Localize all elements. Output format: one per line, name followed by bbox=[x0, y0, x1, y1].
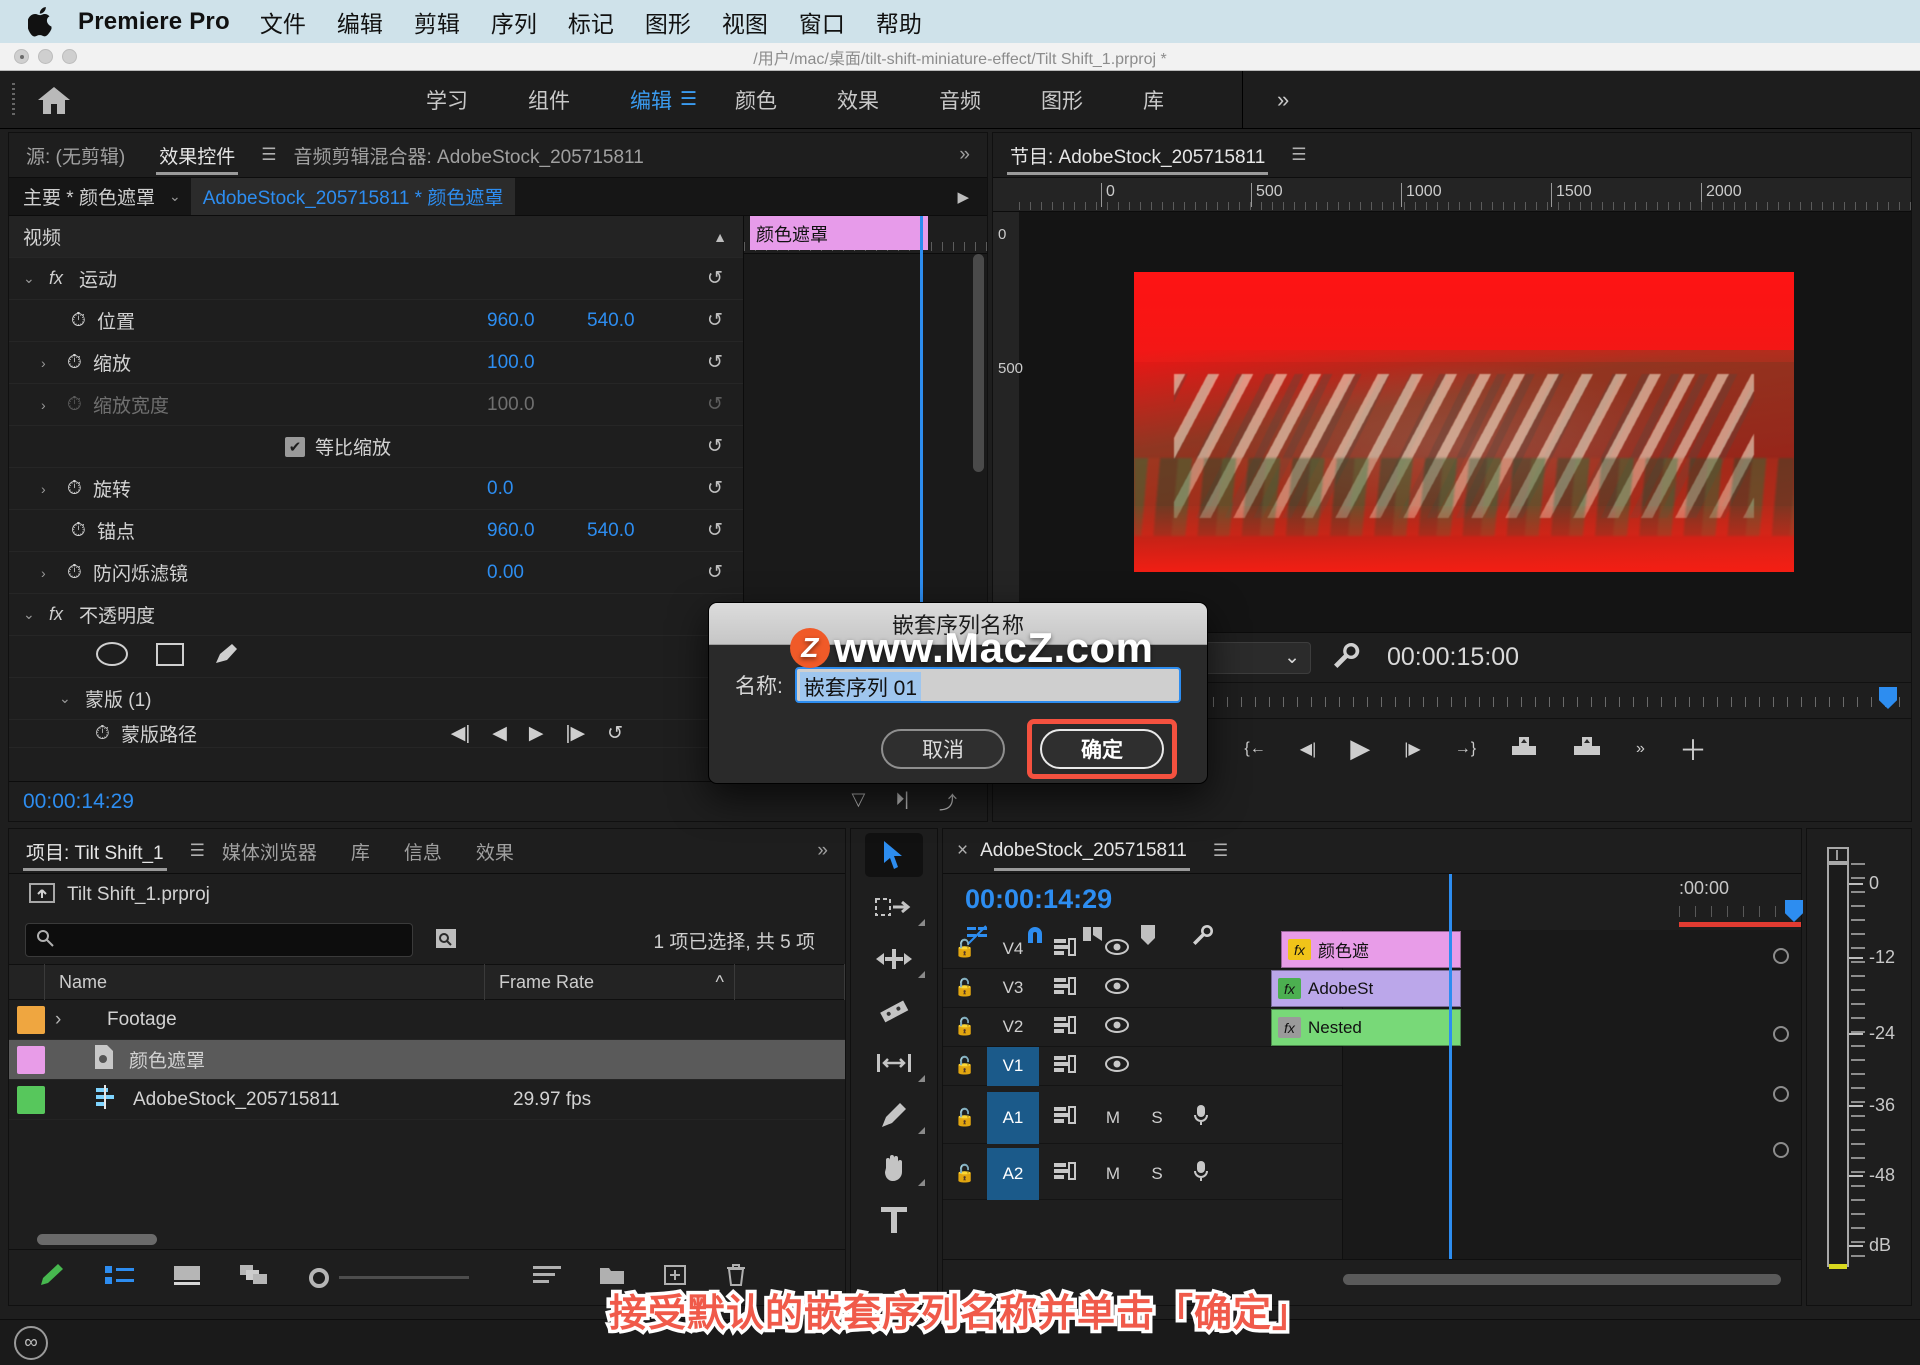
modal-overlay: 嵌套序列名称 名称: 嵌套序列 01 取消 确定 Z www.MacZ.com bbox=[0, 0, 1920, 1365]
watermark-text: www.MacZ.com bbox=[834, 624, 1154, 671]
cancel-button[interactable]: 取消 bbox=[881, 729, 1005, 769]
instruction-caption: 接受默认的嵌套序列名称并单击「确定」 bbox=[605, 1290, 1313, 1339]
premiere-pro-window: Premiere Pro 文件 编辑 剪辑 序列 标记 图形 视图 窗口 帮助 … bbox=[0, 0, 1920, 1365]
watermark-badge: Z bbox=[790, 628, 830, 668]
name-field-label: 名称: bbox=[735, 675, 783, 698]
ok-button[interactable]: 确定 bbox=[1040, 729, 1164, 769]
ok-button-highlight: 确定 bbox=[1027, 719, 1177, 779]
watermark: Z www.MacZ.com bbox=[790, 624, 1154, 672]
dialog-buttons: 取消 确定 bbox=[709, 703, 1207, 779]
name-input-value: 嵌套序列 01 bbox=[799, 672, 922, 701]
name-input[interactable]: 嵌套序列 01 bbox=[794, 667, 1181, 703]
